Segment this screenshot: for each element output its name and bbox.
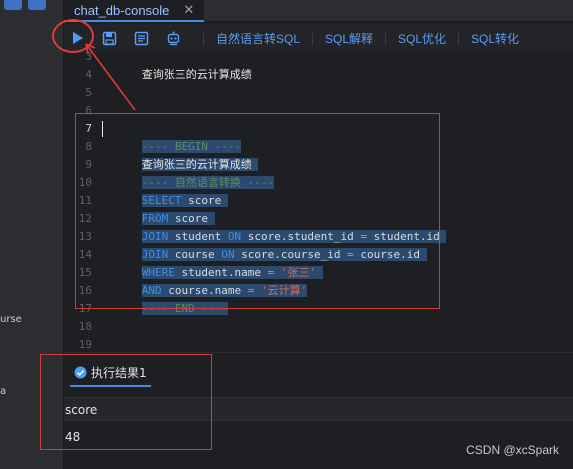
sidebar-text-course[interactable]: urse [0,314,22,325]
close-icon[interactable]: ✕ [183,3,194,18]
annotation-box-editor [75,113,440,309]
line-number: 19 [78,338,92,351]
annotation-arrow [85,43,136,111]
sidebar-button-2[interactable] [28,0,46,10]
robot-icon[interactable] [163,28,183,48]
sql-optimize-button[interactable]: SQL优化 [394,30,450,47]
tab-console[interactable]: chat_db-console ✕ [64,0,205,22]
tab-bar: chat_db-console ✕ [64,0,573,22]
sql-explain-button[interactable]: SQL解释 [321,30,377,47]
toolbar-divider [458,31,460,45]
watermark: CSDN @xcSpark [466,443,559,457]
sidebar-text-a[interactable]: a [0,386,6,397]
toolbar-divider [385,31,387,45]
toolbar: 自然语言转SQL SQL解释 SQL优化 SQL转化 [64,24,573,52]
nl-to-sql-button[interactable]: 自然语言转SQL [212,30,304,47]
sql-convert-button[interactable]: SQL转化 [467,30,523,47]
tab-label: chat_db-console [74,2,170,18]
toolbar-divider [203,31,204,45]
toolbar-divider [312,31,314,45]
sidebar-button-1[interactable] [4,0,22,10]
line-number: 18 [78,320,92,333]
annotation-box-results [40,354,212,450]
